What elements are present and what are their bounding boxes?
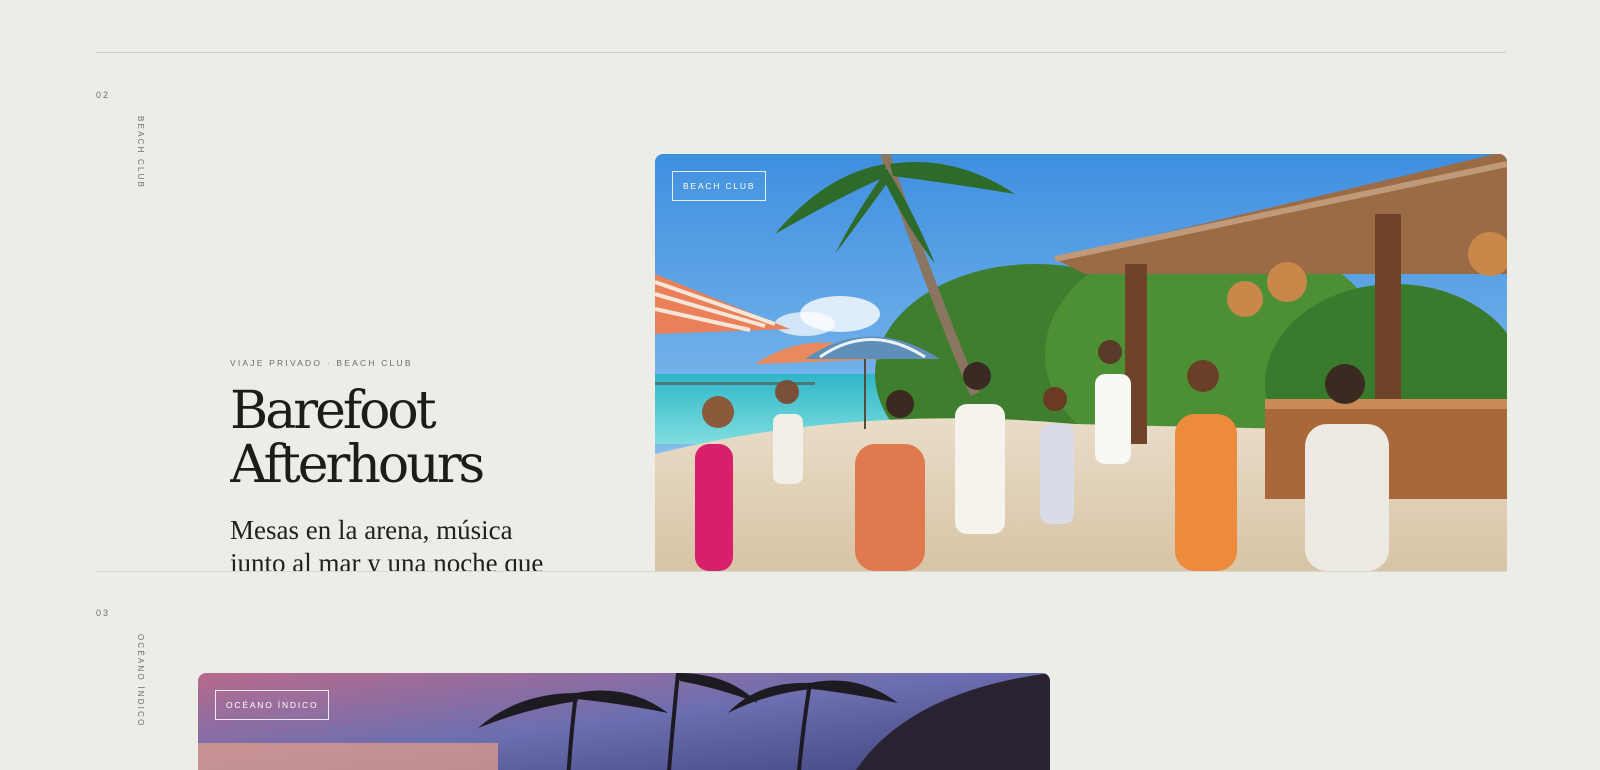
section-index-03: 03	[96, 608, 111, 618]
section-vertical-label-beach-club: BEACH CLUB	[136, 116, 145, 190]
title-line-1: Barefoot	[230, 381, 437, 441]
beach-party-illustration	[655, 154, 1507, 571]
eyebrow-label: VIAJE PRIVADO · BEACH CLUB	[230, 358, 413, 368]
section-vertical-label-oceano-indico: OCÉANO ÍNDICO	[136, 634, 145, 728]
section-beach-club-text: VIAJE PRIVADO · BEACH CLUB Barefoot Afte…	[230, 358, 590, 572]
section-title: Barefoot Afterhours	[230, 384, 590, 492]
section-divider	[96, 571, 1506, 572]
sunset-palms-illustration	[198, 673, 1050, 770]
description-line-1: Mesas en la arena, música	[230, 515, 513, 545]
image-tag-oceano-indico: OCÉANO ÍNDICO	[215, 690, 330, 720]
beach-party-photo[interactable]: BEACH CLUB	[655, 154, 1507, 571]
description-line-2: junto al mar y una noche que	[230, 548, 544, 572]
section-index-02: 02	[96, 90, 111, 100]
top-divider	[96, 52, 1506, 53]
sunset-palms-photo[interactable]: OCÉANO ÍNDICO	[198, 673, 1050, 770]
title-line-2: Afterhours	[230, 435, 485, 495]
section-description: Mesas en la arena, música junto al mar y…	[230, 514, 590, 572]
image-tag-beach-club: BEACH CLUB	[672, 171, 767, 201]
